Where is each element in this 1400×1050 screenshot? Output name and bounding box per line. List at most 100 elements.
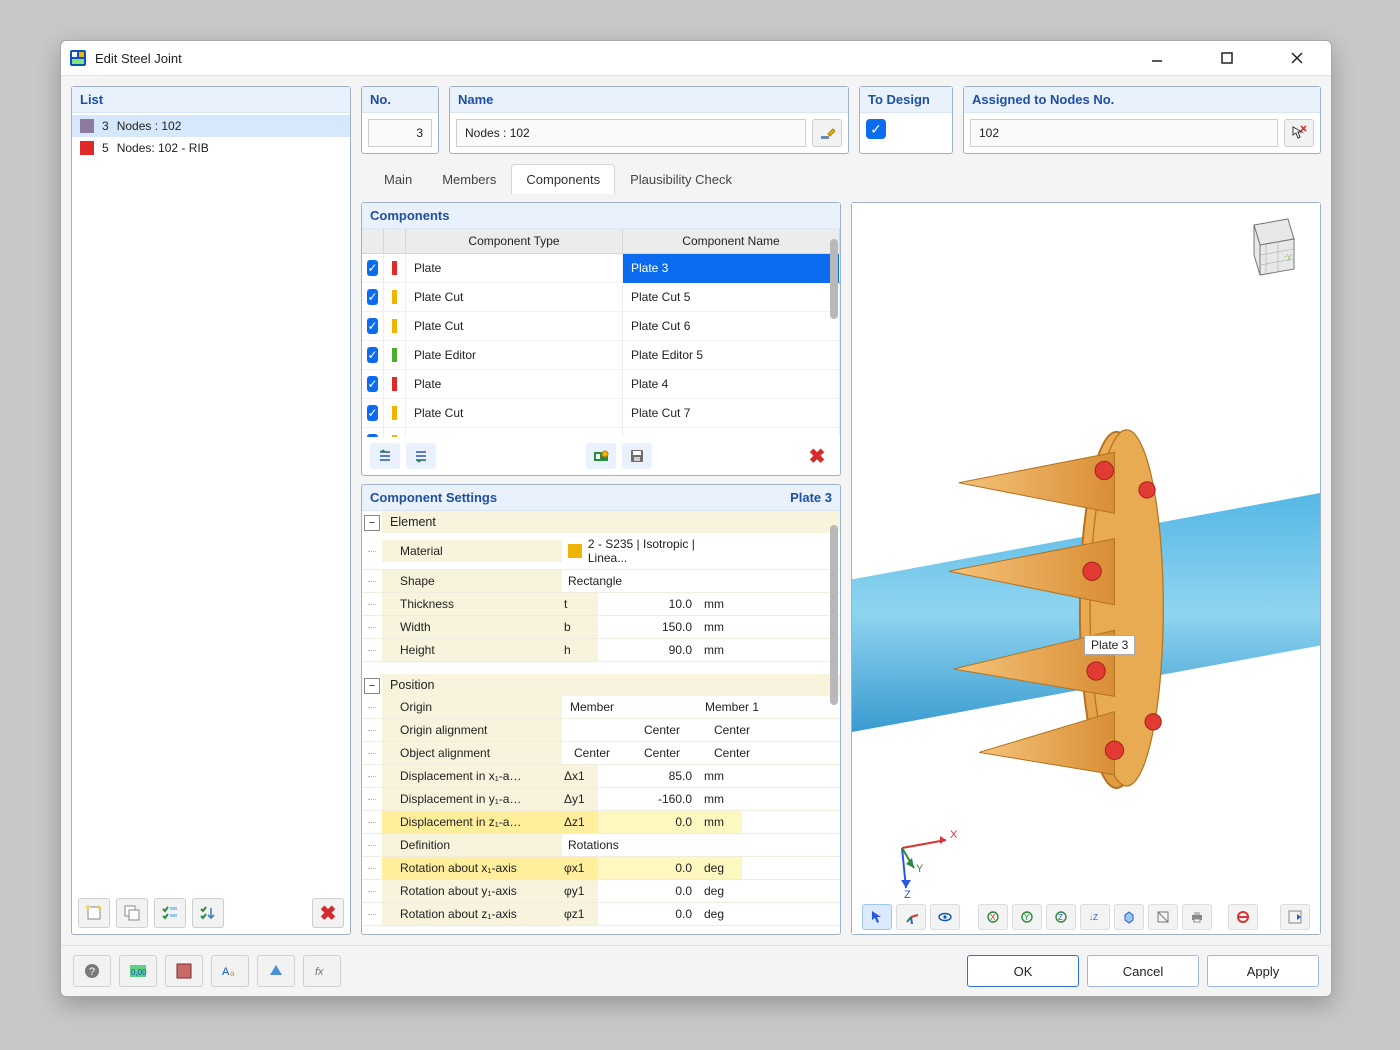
- tab-components[interactable]: Components: [511, 164, 615, 194]
- minimize-button[interactable]: [1135, 43, 1179, 73]
- prop-dz1[interactable]: Displacement in z₁-a… Δz1 0.0 mm: [362, 811, 840, 834]
- row-checkbox[interactable]: ✓: [367, 405, 377, 421]
- component-row[interactable]: ✓ Plate Plate 3: [362, 254, 840, 283]
- expander-position[interactable]: −: [364, 678, 380, 694]
- move-down-button[interactable]: [406, 443, 436, 469]
- prop-thickness[interactable]: Thickness t 10.0 mm: [362, 593, 840, 616]
- row-checkbox[interactable]: ✓: [367, 434, 377, 437]
- pv-view-y-button[interactable]: Y: [1012, 904, 1042, 930]
- save-button[interactable]: [622, 443, 652, 469]
- duplicate-joint-button[interactable]: [116, 898, 148, 928]
- row-type: Plate Cut: [406, 312, 623, 341]
- list-item-3[interactable]: 3 Nodes : 102: [72, 115, 350, 137]
- app-icon: [69, 49, 87, 67]
- row-name: Plate 4: [623, 370, 840, 399]
- titlebar: Edit Steel Joint: [61, 41, 1331, 76]
- delete-component-button[interactable]: ✖: [802, 443, 832, 469]
- component-row[interactable]: ✓ Plate Cut Plate Cut 6: [362, 312, 840, 341]
- pv-wire-button[interactable]: [1148, 904, 1178, 930]
- tabs: Main Members Components Plausibility Che…: [361, 164, 1321, 194]
- move-up-button[interactable]: [370, 443, 400, 469]
- cancel-button[interactable]: Cancel: [1087, 955, 1199, 987]
- list-header: List: [72, 87, 350, 113]
- pick-nodes-button[interactable]: [1284, 119, 1314, 147]
- row-type: Plate Cut: [406, 399, 623, 428]
- help-button[interactable]: ?: [73, 955, 111, 987]
- row-checkbox[interactable]: ✓: [367, 318, 377, 334]
- prop-shape[interactable]: Shape Rectangle: [362, 570, 840, 593]
- tab-main[interactable]: Main: [369, 164, 427, 194]
- checklist-a-button[interactable]: [154, 898, 186, 928]
- prop-material[interactable]: Material 2 - S235 | Isotropic | Linea...: [362, 533, 840, 570]
- expander-element[interactable]: −: [364, 515, 380, 531]
- row-checkbox[interactable]: ✓: [367, 260, 377, 276]
- units-button[interactable]: 0,00: [119, 955, 157, 987]
- prop-definition[interactable]: Definition Rotations: [362, 834, 840, 857]
- prop-origin[interactable]: Origin Member Member 1: [362, 696, 840, 719]
- pv-reset-button[interactable]: [1228, 904, 1258, 930]
- components-rows: ✓ Plate Plate 3 ✓ Plate Cut Plate Cut: [362, 254, 840, 437]
- prop-dy1[interactable]: Displacement in y₁-a… Δy1 -160.0 mm: [362, 788, 840, 811]
- prop-object-align[interactable]: Object alignment Center Center Center: [362, 742, 840, 765]
- svg-text:X: X: [990, 913, 996, 922]
- settings-scrollbar[interactable]: [828, 515, 840, 930]
- row-checkbox[interactable]: ✓: [367, 347, 377, 363]
- row-checkbox[interactable]: ✓: [367, 376, 377, 392]
- pv-eye-button[interactable]: [930, 904, 960, 930]
- apply-button[interactable]: Apply: [1207, 955, 1319, 987]
- list-item-index: 3: [102, 119, 109, 133]
- component-row[interactable]: ✓ Plate Plate 4: [362, 370, 840, 399]
- pv-view-x-button[interactable]: X: [978, 904, 1008, 930]
- row-name: Plate Cut 7: [623, 399, 840, 428]
- components-toolbar: ✖: [362, 437, 840, 475]
- component-row[interactable]: ✓ Plate Cut Plate Cut 8: [362, 428, 840, 437]
- prop-rx1[interactable]: Rotation about x₁-axis φx1 0.0 deg: [362, 857, 840, 880]
- components-scrollbar[interactable]: [828, 229, 840, 437]
- pv-print-button[interactable]: [1182, 904, 1212, 930]
- prop-width[interactable]: Width b 150.0 mm: [362, 616, 840, 639]
- prop-height[interactable]: Height h 90.0 mm: [362, 639, 840, 662]
- svg-text:X: X: [950, 829, 958, 841]
- prop-ry1[interactable]: Rotation about y₁-axis φy1 0.0 deg: [362, 880, 840, 903]
- new-joint-button[interactable]: [78, 898, 110, 928]
- view-cube[interactable]: -y: [1234, 209, 1308, 283]
- delete-joint-button[interactable]: ✖: [312, 898, 344, 928]
- checklist-b-button[interactable]: [192, 898, 224, 928]
- pv-iso-button[interactable]: [1114, 904, 1144, 930]
- nodes-input[interactable]: 102: [970, 119, 1278, 147]
- to-design-checkbox[interactable]: ✓: [866, 119, 886, 139]
- name-input[interactable]: Nodes : 102: [456, 119, 806, 147]
- list-item-index: 5: [102, 141, 109, 155]
- ok-button[interactable]: OK: [967, 955, 1079, 987]
- prop-rz1[interactable]: Rotation about z₁-axis φz1 0.0 deg: [362, 903, 840, 926]
- preview-viewport[interactable]: Plate 3: [852, 203, 1320, 934]
- render-button[interactable]: [257, 955, 295, 987]
- tab-members[interactable]: Members: [427, 164, 511, 194]
- pv-expand-button[interactable]: [1280, 904, 1310, 930]
- component-row[interactable]: ✓ Plate Cut Plate Cut 7: [362, 399, 840, 428]
- edit-name-button[interactable]: [812, 119, 842, 147]
- component-row[interactable]: ✓ Plate Editor Plate Editor 5: [362, 341, 840, 370]
- group-position: − Position: [362, 674, 840, 696]
- fx-button[interactable]: fx: [303, 955, 341, 987]
- pv-select-button[interactable]: [862, 904, 892, 930]
- prop-origin-align[interactable]: Origin alignment Center Center: [362, 719, 840, 742]
- component-row[interactable]: ✓ Plate Cut Plate Cut 5: [362, 283, 840, 312]
- list-item-5[interactable]: 5 Nodes: 102 - RIB: [72, 137, 350, 159]
- prop-dx1[interactable]: Displacement in x₁-a… Δx1 85.0 mm: [362, 765, 840, 788]
- preview-panel: Plate 3: [851, 202, 1321, 935]
- row-swatch: [392, 319, 397, 333]
- close-button[interactable]: [1275, 43, 1319, 73]
- fonts-button[interactable]: Aa: [211, 955, 249, 987]
- maximize-button[interactable]: [1205, 43, 1249, 73]
- pv-view-z-button[interactable]: Z: [1046, 904, 1076, 930]
- components-panel: Components Component Type Component Name…: [361, 202, 841, 476]
- pv-triad-button[interactable]: [896, 904, 926, 930]
- row-checkbox[interactable]: ✓: [367, 289, 377, 305]
- tab-plausibility[interactable]: Plausibility Check: [615, 164, 747, 194]
- pv-sort-z-button[interactable]: ↓Z: [1080, 904, 1110, 930]
- color-button[interactable]: [165, 955, 203, 987]
- library-button[interactable]: [586, 443, 616, 469]
- component-settings-label: Component Settings: [370, 490, 497, 505]
- no-input[interactable]: 3: [368, 119, 432, 147]
